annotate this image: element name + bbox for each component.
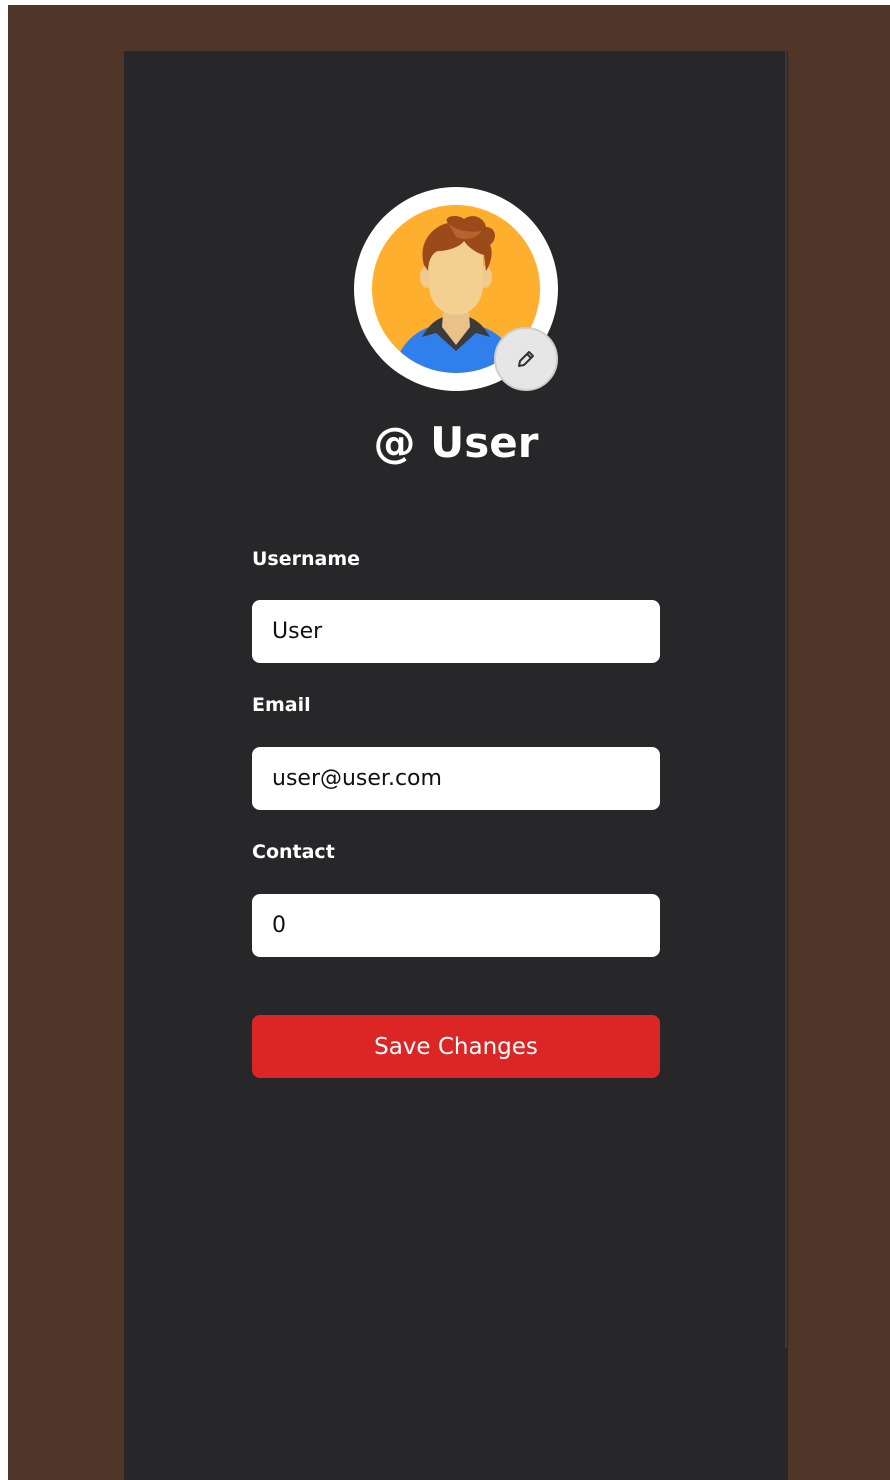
panel-divider <box>785 51 787 1348</box>
contact-input[interactable] <box>252 894 660 957</box>
email-input[interactable] <box>252 747 660 810</box>
avatar-container <box>354 187 558 391</box>
edit-avatar-button[interactable] <box>494 327 558 391</box>
email-label: Email <box>252 694 311 716</box>
username-input[interactable] <box>252 600 660 663</box>
contact-label: Contact <box>252 841 335 863</box>
username-label: Username <box>252 548 361 570</box>
profile-title: @ User <box>373 418 539 467</box>
save-changes-button[interactable]: Save Changes <box>252 1015 660 1078</box>
pencil-icon <box>518 351 534 367</box>
